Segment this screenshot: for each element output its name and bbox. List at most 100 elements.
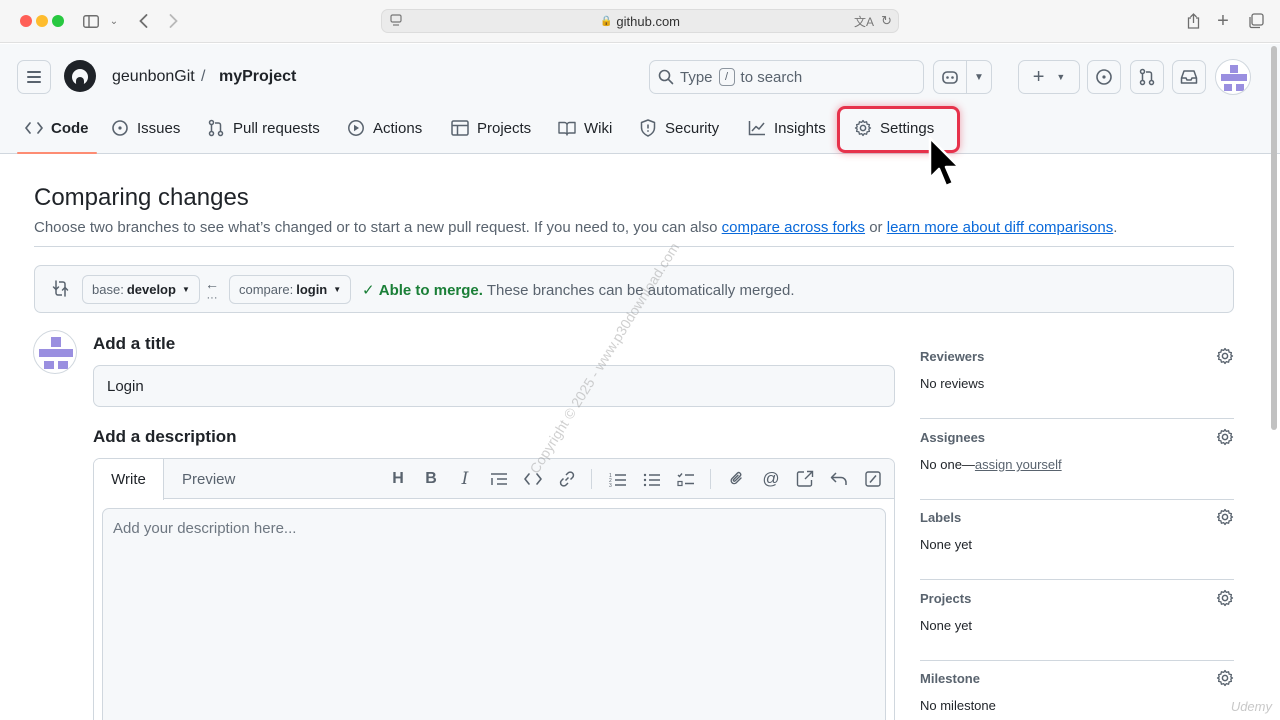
tab-code[interactable]: Code	[17, 102, 96, 154]
tab-actions[interactable]: Actions	[347, 102, 422, 154]
repo-owner-link[interactable]: geunbonGit	[112, 68, 195, 86]
heading-icon[interactable]: H	[388, 469, 408, 489]
tab-wiki[interactable]: Wiki	[558, 102, 612, 154]
italic-icon[interactable]: I	[455, 469, 475, 489]
menu-button[interactable]	[17, 60, 51, 94]
tab-insights[interactable]: Insights	[748, 102, 826, 154]
projects-heading[interactable]: Projects	[920, 591, 971, 606]
search-suffix: to search	[740, 68, 803, 86]
minimize-window-button[interactable]	[36, 15, 48, 27]
reply-icon[interactable]	[829, 469, 849, 489]
sidebar-reviewers: Reviewers No reviews	[920, 339, 1234, 419]
labels-heading[interactable]: Labels	[920, 510, 961, 525]
inbox-button[interactable]	[1172, 60, 1206, 94]
tab-label: Projects	[477, 119, 532, 137]
gear-icon[interactable]	[1216, 428, 1234, 446]
reviewers-heading[interactable]: Reviewers	[920, 349, 984, 364]
assignees-value: No one—assign yourself	[920, 457, 1062, 472]
back-icon[interactable]	[136, 10, 150, 32]
search-prefix: Type	[680, 68, 713, 86]
projects-value: None yet	[920, 618, 973, 633]
learn-diff-link[interactable]: learn more about diff comparisons	[887, 219, 1114, 236]
attach-icon[interactable]	[727, 469, 747, 489]
address-bar[interactable]: 🔒 github.com 文A ↻	[381, 9, 899, 33]
gear-icon[interactable]	[1216, 347, 1234, 365]
issue-icon	[1096, 69, 1112, 85]
gear-icon[interactable]	[1216, 589, 1234, 607]
repo-header: geunbonGit / myProject Type / to search …	[0, 44, 1280, 154]
issues-button[interactable]	[1087, 60, 1121, 94]
bold-icon[interactable]: B	[421, 469, 441, 489]
description-end: .	[1113, 219, 1118, 236]
page-menu-icon[interactable]	[390, 14, 402, 27]
share-icon[interactable]	[1185, 10, 1201, 32]
cross-reference-icon[interactable]	[795, 469, 815, 489]
tab-label: Insights	[774, 119, 826, 137]
unordered-list-icon[interactable]	[642, 469, 662, 489]
sidebar-labels: Labels None yet	[920, 500, 1234, 580]
tab-overview-icon[interactable]	[1247, 10, 1265, 32]
user-avatar[interactable]	[1215, 59, 1251, 95]
repo-name-link[interactable]: myProject	[219, 68, 296, 86]
description-or: or	[865, 219, 887, 236]
milestone-heading[interactable]: Milestone	[920, 671, 980, 686]
tab-issues[interactable]: Issues	[111, 102, 180, 154]
milestone-value: No milestone	[920, 698, 996, 713]
assign-yourself-link[interactable]: assign yourself	[975, 457, 1062, 472]
toolbar-divider	[710, 469, 711, 489]
description-textarea[interactable]: Add your description here...	[102, 508, 886, 720]
search-icon	[658, 69, 674, 85]
copilot-button[interactable]	[933, 60, 967, 94]
tab-label: Code	[51, 119, 89, 137]
github-logo-icon[interactable]	[64, 60, 96, 92]
plus-icon: +	[1032, 65, 1045, 88]
divider	[34, 246, 1234, 247]
description-placeholder: Add your description here...	[113, 520, 297, 537]
lock-icon: 🔒	[599, 15, 613, 27]
write-tab[interactable]: Write	[94, 459, 164, 500]
play-icon	[347, 119, 365, 137]
repo-nav: Code Issues Pull requests Actions Projec…	[0, 102, 1280, 154]
base-branch-select[interactable]: base: develop ▼	[82, 275, 200, 304]
mouse-pointer-icon	[928, 136, 962, 190]
inbox-icon	[1180, 70, 1198, 84]
translate-icon[interactable]: 文A	[854, 13, 874, 30]
tab-security[interactable]: Security	[639, 102, 719, 154]
reload-icon[interactable]: ↻	[881, 13, 892, 29]
preview-tab[interactable]: Preview	[182, 459, 235, 499]
labels-value: None yet	[920, 537, 973, 552]
tab-label: Security	[665, 119, 720, 137]
compare-forks-link[interactable]: compare across forks	[722, 219, 865, 236]
gear-icon[interactable]	[1216, 669, 1234, 687]
compare-branch-select[interactable]: compare: login ▼	[229, 275, 352, 304]
new-tab-icon[interactable]: +	[1215, 10, 1231, 32]
close-window-button[interactable]	[20, 15, 32, 27]
chevron-down-icon: ▼	[333, 285, 342, 294]
description-editor: Write Preview H B I 123 @ Add your descr…	[93, 458, 895, 720]
task-list-icon[interactable]	[676, 469, 696, 489]
search-input[interactable]: Type / to search	[649, 60, 924, 94]
tab-label: Issues	[137, 119, 181, 137]
pull-requests-button[interactable]	[1130, 60, 1164, 94]
create-new-button[interactable]: + ▼	[1018, 60, 1080, 94]
tab-pull-requests[interactable]: Pull requests	[207, 102, 320, 154]
chevron-down-icon[interactable]: ⌄	[108, 10, 120, 32]
link-icon[interactable]	[557, 469, 577, 489]
compare-branch-name: login	[296, 282, 328, 297]
sidebar-toggle-icon[interactable]	[82, 10, 100, 32]
forward-icon[interactable]	[166, 10, 180, 32]
quote-icon[interactable]	[489, 469, 509, 489]
base-branch-name: develop	[126, 282, 176, 297]
zoom-window-button[interactable]	[52, 15, 64, 27]
slash-command-icon[interactable]	[863, 469, 883, 489]
tab-label: Wiki	[584, 119, 613, 137]
description-text: Choose two branches to see what’s change…	[34, 219, 722, 236]
mention-icon[interactable]: @	[761, 469, 781, 489]
gear-icon[interactable]	[1216, 508, 1234, 526]
ordered-list-icon[interactable]: 123	[608, 469, 628, 489]
copilot-dropdown-icon[interactable]: ▼	[966, 60, 992, 94]
pr-title-input[interactable]: Login	[93, 365, 895, 407]
scrollbar-thumb[interactable]	[1271, 46, 1277, 430]
tab-projects[interactable]: Projects	[451, 102, 531, 154]
assignees-heading[interactable]: Assignees	[920, 430, 985, 445]
